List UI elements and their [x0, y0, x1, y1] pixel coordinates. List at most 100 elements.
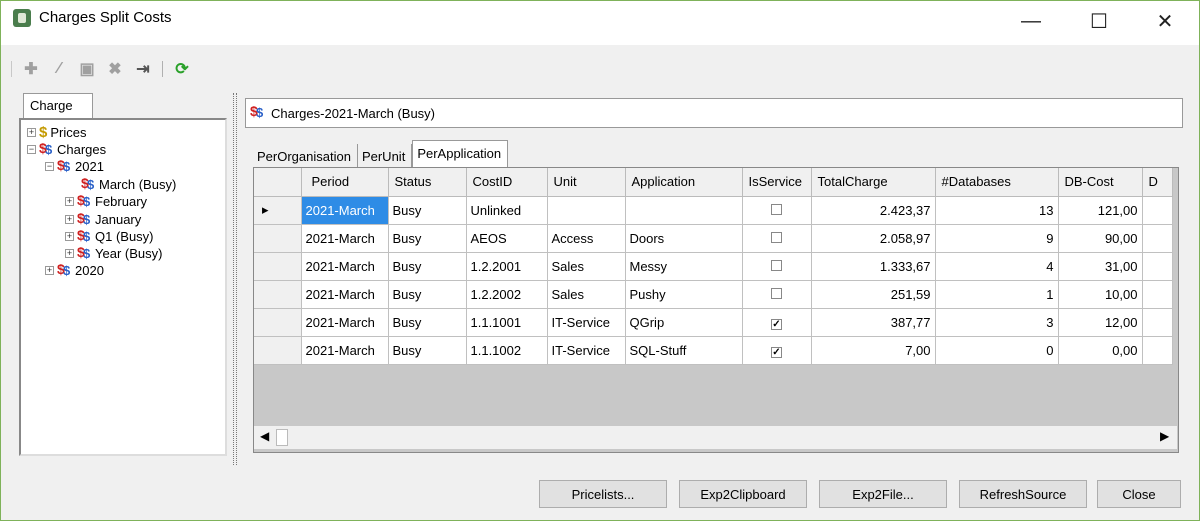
cell-period[interactable]: 2021-March — [301, 308, 389, 337]
tab-perunit[interactable]: PerUnit — [358, 144, 413, 168]
expand-icon[interactable]: + — [27, 128, 36, 137]
maximize-button[interactable]: ☐ — [1069, 1, 1129, 41]
table-row[interactable]: 2021-March Busy 1.2.2001 Sales Messy 1.3… — [254, 252, 1173, 281]
tree-item-january[interactable]: + January — [65, 210, 141, 228]
cell-totalcharge[interactable]: 1.333,67 — [811, 252, 936, 281]
cell-costid[interactable]: Unlinked — [466, 196, 548, 225]
tree-item-february[interactable]: + February — [65, 192, 147, 210]
cell-dbcost[interactable]: 0,00 — [1058, 336, 1143, 365]
cell-databases[interactable]: 4 — [935, 252, 1059, 281]
tree-item-q1[interactable]: + Q1 (Busy) — [65, 227, 154, 245]
cell-period[interactable]: 2021-March — [301, 224, 389, 253]
close-button[interactable]: Close — [1097, 480, 1181, 508]
column-header-databases[interactable]: #Databases — [935, 168, 1059, 197]
delete-icon[interactable]: ✖ — [104, 58, 126, 80]
refresh-icon[interactable]: ⟳ — [171, 58, 193, 80]
cell-application[interactable]: Pushy — [625, 280, 743, 309]
expand-icon[interactable]: + — [65, 249, 74, 258]
column-header-application[interactable]: Application — [625, 168, 743, 197]
cell-totalcharge[interactable]: 387,77 — [811, 308, 936, 337]
cell-unit[interactable]: Sales — [547, 252, 626, 281]
save-icon[interactable]: ▣ — [76, 58, 98, 80]
cell-unit[interactable]: Sales — [547, 280, 626, 309]
cell-dbcost[interactable]: 31,00 — [1058, 252, 1143, 281]
cell-isservice[interactable] — [742, 280, 812, 309]
cell-databases[interactable]: 3 — [935, 308, 1059, 337]
cell-dbcost[interactable]: 90,00 — [1058, 224, 1143, 253]
cell-unit[interactable]: IT-Service — [547, 308, 626, 337]
edit-icon[interactable]: ∕ — [48, 58, 70, 80]
table-row[interactable]: 2021-March Busy 1.1.1002 IT-Service SQL-… — [254, 336, 1173, 365]
cell-d[interactable] — [1142, 280, 1173, 309]
cell-databases[interactable]: 9 — [935, 224, 1059, 253]
column-header-status[interactable]: Status — [388, 168, 467, 197]
cell-totalcharge[interactable]: 7,00 — [811, 336, 936, 365]
isservice-checkbox[interactable] — [771, 231, 782, 243]
add-icon[interactable]: ✚ — [20, 58, 42, 80]
expand-icon[interactable]: + — [65, 232, 74, 241]
refreshsource-button[interactable]: RefreshSource — [959, 480, 1087, 508]
cell-period[interactable]: 2021-March — [301, 252, 389, 281]
cell-period[interactable]: 2021-March — [301, 280, 389, 309]
tree-item-2021[interactable]: − 2021 — [45, 157, 104, 175]
cell-d[interactable] — [1142, 336, 1173, 365]
cell-d[interactable] — [1142, 308, 1173, 337]
tree-item-prices[interactable]: + $ Prices — [27, 124, 86, 141]
minimize-button[interactable]: — — [1001, 1, 1061, 41]
scroll-right-icon[interactable]: ▶ — [1160, 429, 1169, 443]
cell-period[interactable]: 2021-March — [301, 196, 389, 225]
cell-isservice[interactable]: ✓ — [742, 336, 812, 365]
panel-splitter[interactable] — [233, 93, 237, 465]
isservice-checkbox[interactable]: ✓ — [771, 346, 782, 358]
cell-databases[interactable]: 13 — [935, 196, 1059, 225]
scroll-left-icon[interactable]: ◀ — [260, 429, 269, 443]
tab-perapplication[interactable]: PerApplication — [412, 140, 509, 168]
cell-costid[interactable]: 1.2.2001 — [466, 252, 548, 281]
expand-icon[interactable]: + — [65, 197, 74, 206]
cell-costid[interactable]: 1.1.1002 — [466, 336, 548, 365]
column-header-totalcharge[interactable]: TotalCharge — [811, 168, 936, 197]
cell-totalcharge[interactable]: 2.058,97 — [811, 224, 936, 253]
tab-perorganisation[interactable]: PerOrganisation — [253, 144, 358, 168]
tree-item-charges[interactable]: − Charges — [27, 140, 106, 158]
cell-application[interactable]: QGrip — [625, 308, 743, 337]
tree-item-year[interactable]: + Year (Busy) — [65, 244, 162, 262]
cell-status[interactable]: Busy — [388, 280, 467, 309]
column-header-dbcost[interactable]: DB-Cost — [1058, 168, 1143, 197]
cell-application[interactable]: SQL-Stuff — [625, 336, 743, 365]
tree-item-march[interactable]: March (Busy) — [81, 175, 176, 193]
isservice-checkbox[interactable]: ✓ — [771, 318, 782, 330]
tree-item-2020[interactable]: + 2020 — [45, 261, 104, 279]
table-row[interactable]: 2021-March Busy 1.2.2002 Sales Pushy 251… — [254, 280, 1173, 309]
charge-tree[interactable]: + $ Prices − Charges − 2021 March (Busy)… — [19, 118, 227, 456]
column-header-d[interactable]: D — [1142, 168, 1173, 197]
cell-dbcost[interactable]: 121,00 — [1058, 196, 1143, 225]
cell-totalcharge[interactable]: 251,59 — [811, 280, 936, 309]
cell-status[interactable]: Busy — [388, 336, 467, 365]
isservice-checkbox[interactable] — [771, 259, 782, 271]
cell-application[interactable]: Doors — [625, 224, 743, 253]
cell-unit[interactable]: Access — [547, 224, 626, 253]
cell-application[interactable]: Messy — [625, 252, 743, 281]
cell-status[interactable]: Busy — [388, 308, 467, 337]
table-row[interactable]: 2021-March Busy 1.1.1001 IT-Service QGri… — [254, 308, 1173, 337]
data-grid[interactable]: Period Status CostID Unit Application Is… — [253, 167, 1179, 453]
table-row[interactable]: 2021-March Busy AEOS Access Doors 2.058,… — [254, 224, 1173, 253]
cell-status[interactable]: Busy — [388, 224, 467, 253]
column-header-costid[interactable]: CostID — [466, 168, 548, 197]
collapse-icon[interactable]: − — [45, 162, 54, 171]
cell-d[interactable] — [1142, 196, 1173, 225]
cell-d[interactable] — [1142, 252, 1173, 281]
exp2file-button[interactable]: Exp2File... — [819, 480, 947, 508]
expand-icon[interactable]: + — [45, 266, 54, 275]
cell-isservice[interactable] — [742, 224, 812, 253]
cell-unit[interactable] — [547, 196, 626, 225]
export-icon[interactable]: ⇥ — [132, 58, 154, 80]
cell-databases[interactable]: 0 — [935, 336, 1059, 365]
cell-costid[interactable]: 1.1.1001 — [466, 308, 548, 337]
cell-isservice[interactable]: ✓ — [742, 308, 812, 337]
exp2clipboard-button[interactable]: Exp2Clipboard — [679, 480, 807, 508]
table-row[interactable]: ▸ 2021-March Busy Unlinked 2.423,37 13 1… — [254, 196, 1173, 225]
horizontal-scrollbar[interactable]: ◀ ▶ — [254, 425, 1177, 449]
cell-status[interactable]: Busy — [388, 252, 467, 281]
